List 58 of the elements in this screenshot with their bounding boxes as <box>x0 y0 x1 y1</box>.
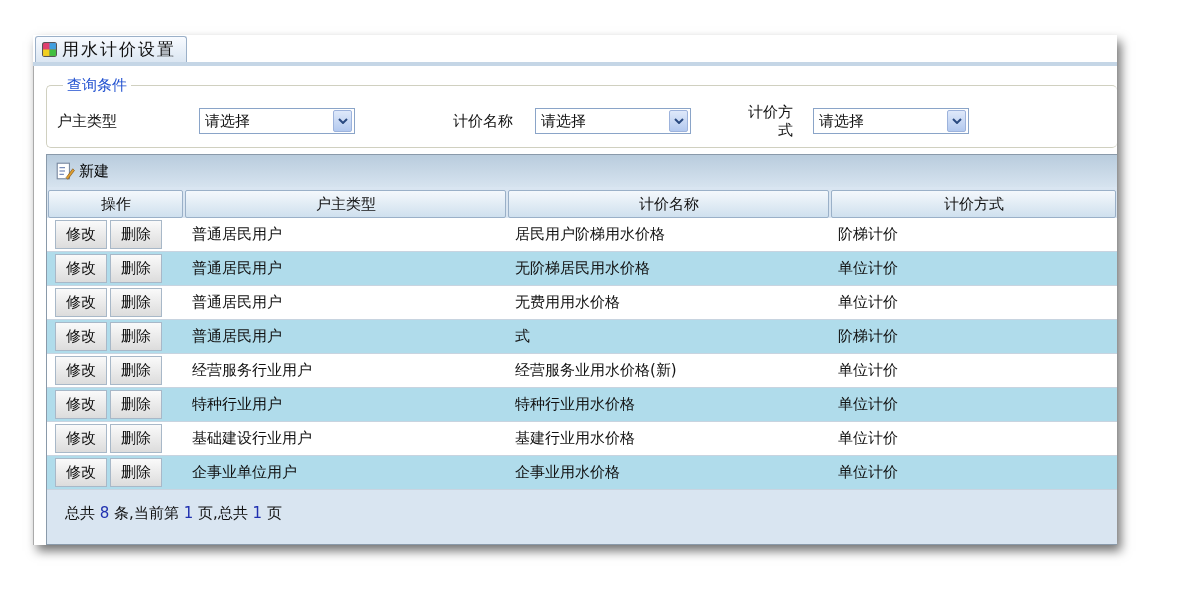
table-cell-text: 普通居民用户 <box>191 326 283 347</box>
table-cell-text: 单位计价 <box>837 462 899 483</box>
field-label: 计价方式 <box>747 103 793 139</box>
chevron-down-icon <box>947 110 966 132</box>
action-button[interactable]: 删除 <box>110 322 162 351</box>
table-cell-text: 普通居民用户 <box>191 258 283 279</box>
table-cell-text: 无费用用水价格 <box>514 292 621 313</box>
table-cell-text: 式 <box>514 326 531 347</box>
table-cell-text: 特种行业用户 <box>191 394 283 415</box>
action-button[interactable]: 修改 <box>55 390 107 419</box>
action-button[interactable]: 删除 <box>110 424 162 453</box>
dropdown[interactable]: 请选择 <box>813 108 969 134</box>
action-button[interactable]: 删除 <box>110 254 162 283</box>
table-cell-text: 单位计价 <box>837 360 899 381</box>
table-cell-text: 经营服务业用水价格(新) <box>514 360 678 381</box>
table-cell-text: 企事业单位用户 <box>191 462 298 483</box>
action-button[interactable]: 删除 <box>110 458 162 487</box>
action-button[interactable]: 修改 <box>55 220 107 249</box>
table-cell-text: 基础建设行业用户 <box>191 428 313 449</box>
table-cell-text: 单位计价 <box>837 428 899 449</box>
chevron-down-icon <box>333 110 352 132</box>
action-button[interactable]: 修改 <box>55 322 107 351</box>
document-pencil-icon <box>55 161 75 181</box>
column-header[interactable]: 操作 <box>48 190 183 218</box>
table-cell-text: 经营服务行业用户 <box>191 360 313 381</box>
action-button[interactable]: 删除 <box>110 390 162 419</box>
tab[interactable]: 用水计价设置 <box>35 36 187 62</box>
dropdown[interactable]: 请选择 <box>199 108 355 134</box>
table-cell-text: 阶梯计价 <box>837 326 899 347</box>
table-cell-text: 特种行业用水价格 <box>514 394 636 415</box>
table-cell-text: 单位计价 <box>837 394 899 415</box>
chevron-down-icon <box>669 110 688 132</box>
table-cell-text: 阶梯计价 <box>837 224 899 245</box>
field-label: 户主类型 <box>57 111 118 131</box>
action-button[interactable]: 删除 <box>110 288 162 317</box>
action-button[interactable]: 删除 <box>110 356 162 385</box>
table-cell-text: 普通居民用户 <box>191 292 283 313</box>
field-label: 计价名称 <box>453 111 514 131</box>
table-cell-text: 无阶梯居民用水价格 <box>514 258 651 279</box>
new-button[interactable]: 新建 <box>53 159 111 183</box>
dropdown[interactable]: 请选择 <box>535 108 691 134</box>
column-header[interactable]: 户主类型 <box>185 190 506 218</box>
table-cell-text: 普通居民用户 <box>191 224 283 245</box>
column-header[interactable]: 计价方式 <box>831 190 1116 218</box>
action-button[interactable]: 删除 <box>110 220 162 249</box>
pager-summary: 总共 8 条,当前第 1 页,总共 1 页 <box>64 503 283 523</box>
action-button[interactable]: 修改 <box>55 288 107 317</box>
table-cell-text: 企事业用水价格 <box>514 462 621 483</box>
action-button[interactable]: 修改 <box>55 356 107 385</box>
action-button[interactable]: 修改 <box>55 254 107 283</box>
query-legend: 查询条件 <box>63 76 131 95</box>
table-cell-text: 居民用户阶梯用水价格 <box>514 224 666 245</box>
column-header[interactable]: 计价名称 <box>508 190 829 218</box>
action-button[interactable]: 修改 <box>55 458 107 487</box>
table-cell-text: 单位计价 <box>837 258 899 279</box>
table-cell-text: 单位计价 <box>837 292 899 313</box>
action-button[interactable]: 修改 <box>55 424 107 453</box>
table-cell-text: 基建行业用水价格 <box>514 428 636 449</box>
